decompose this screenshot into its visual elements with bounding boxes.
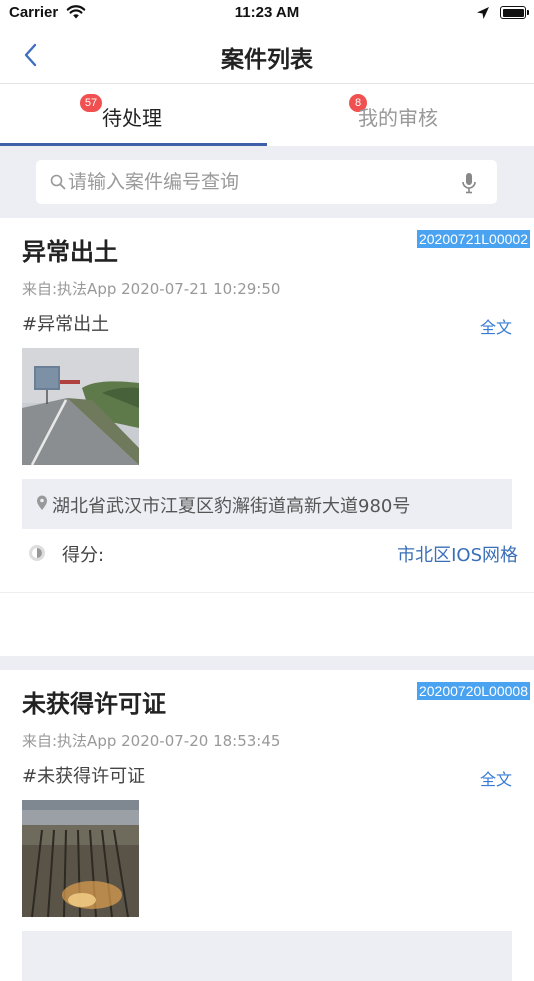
case-photo-road[interactable] — [22, 348, 139, 465]
search-icon — [50, 174, 66, 190]
location-arrow-icon — [477, 7, 489, 19]
case-tag: #异常出土 — [22, 314, 110, 335]
case-source: 来自:执法App 2020-07-20 18:53:45 — [22, 732, 281, 750]
tab-bar: 57 待处理 8 我的审核 — [0, 84, 534, 146]
case-source: 来自:执法App 2020-07-21 10:29:50 — [22, 280, 281, 298]
case-code: 20200720L00008 — [416, 682, 530, 700]
case-number-search-input[interactable] — [68, 160, 448, 204]
navigation-bar: 案件列表 — [0, 28, 534, 84]
case-address-box: 湖北省武汉市江夏区豹澥街道高新大道980号 — [22, 479, 512, 529]
battery-icon — [500, 6, 529, 19]
page-title: 案件列表 — [221, 47, 313, 73]
fulltext-link[interactable]: 全文 — [480, 766, 512, 790]
microphone-icon[interactable] — [461, 172, 477, 194]
case-photo-construction[interactable] — [22, 800, 139, 917]
tab-my-review-label: 我的审核 — [358, 106, 438, 130]
case-card[interactable]: 异常出土 20200721L00002 来自:执法App 2020-07-21 … — [0, 218, 534, 593]
case-code: 20200721L00002 — [416, 230, 530, 248]
location-pin-icon — [37, 495, 47, 510]
tab-pending-label: 待处理 — [102, 106, 162, 130]
case-title: 未获得许可证 — [22, 690, 166, 718]
clock: 11:23 AM — [234, 4, 300, 21]
card-separator — [0, 656, 534, 670]
score-icon — [29, 545, 45, 561]
fulltext-link[interactable]: 全文 — [480, 314, 512, 338]
tab-my-review[interactable]: 8 我的审核 — [267, 84, 534, 146]
tab-pending[interactable]: 57 待处理 — [0, 84, 267, 146]
case-card[interactable]: 未获得许可证 20200720L00008 来自:执法App 2020-07-2… — [0, 670, 534, 981]
case-tag: #未获得许可证 — [22, 766, 146, 787]
score-label: 得分: — [62, 545, 105, 566]
search-box — [36, 160, 497, 204]
pending-count-badge: 57 — [80, 94, 102, 112]
case-address-box — [22, 931, 512, 981]
case-address: 湖北省武汉市江夏区豹澥街道高新大道980号 — [52, 496, 411, 517]
status-bar: Carrier 11:23 AM — [0, 0, 534, 28]
search-area — [0, 146, 534, 218]
case-title: 异常出土 — [22, 238, 118, 266]
grid-name-link[interactable]: 市北区IOS网格 — [397, 541, 518, 567]
